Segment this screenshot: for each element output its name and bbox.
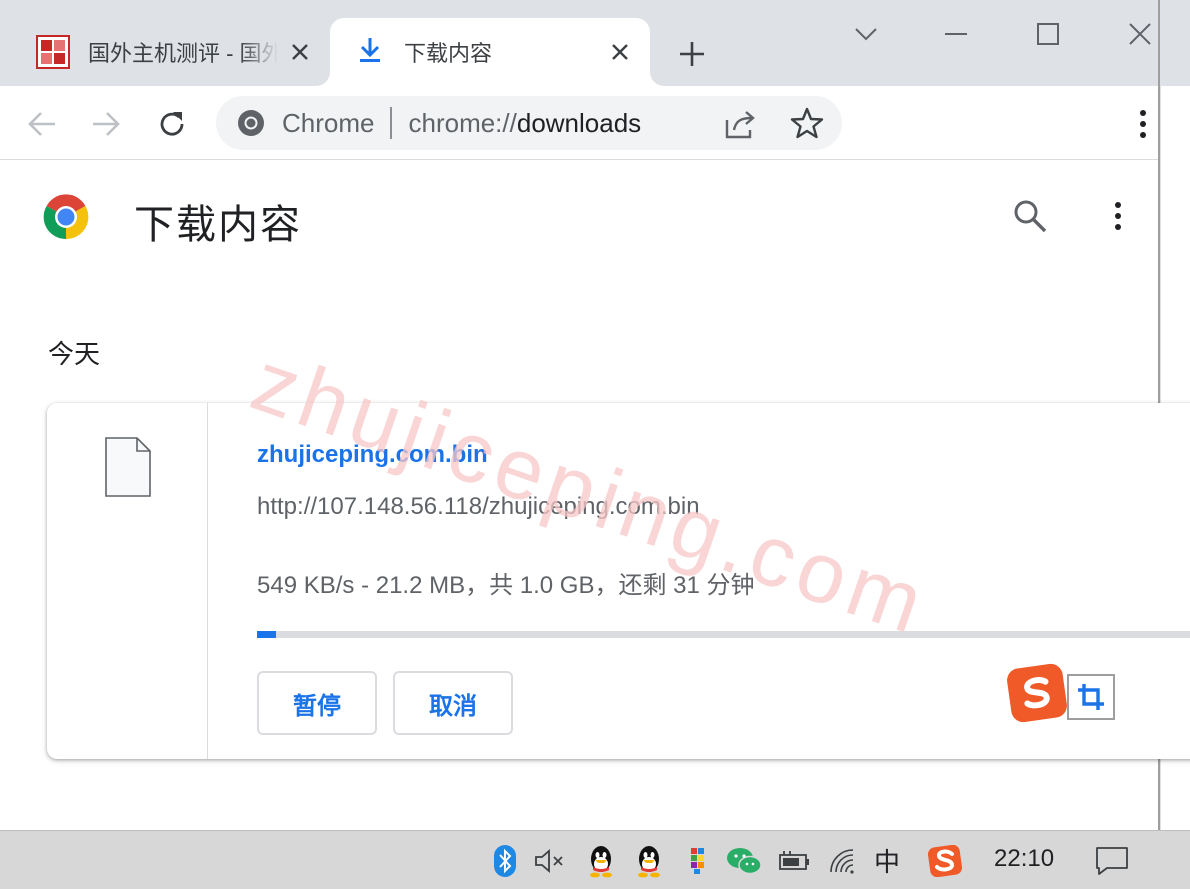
crop-icon[interactable] (1067, 674, 1115, 720)
reload-button[interactable] (152, 104, 192, 144)
page-menu-button[interactable] (1108, 196, 1128, 236)
file-icon-area (47, 403, 208, 759)
close-icon[interactable] (606, 38, 634, 66)
battery-charging-icon[interactable] (774, 831, 812, 889)
omnibox-separator (390, 107, 393, 139)
forward-button[interactable] (86, 104, 126, 144)
tab-search-button[interactable] (844, 14, 888, 54)
maximize-button[interactable] (1026, 14, 1070, 54)
close-icon[interactable] (286, 38, 314, 66)
toolbar: Chrome chrome://downloads (0, 86, 1160, 160)
close-icon (1129, 23, 1151, 45)
wifi-icon[interactable] (826, 831, 860, 889)
reload-icon (160, 112, 184, 136)
file-url[interactable]: http://107.148.56.118/zhujiceping.com.bi… (257, 493, 700, 521)
bluetooth-icon[interactable] (490, 831, 520, 889)
minimize-button[interactable] (934, 14, 978, 54)
address-bar[interactable]: Chrome chrome://downloads (216, 96, 842, 150)
pause-button[interactable]: 暂停 (257, 671, 377, 735)
qq-icon[interactable] (584, 831, 618, 889)
qq-icon[interactable] (632, 831, 666, 889)
tab-downloads[interactable]: 下载内容 (330, 18, 650, 86)
file-name-link[interactable]: zhujiceping.com.bin (257, 441, 488, 469)
date-heading: 今天 (48, 339, 101, 369)
arrow-left-icon (28, 112, 55, 136)
progress-fill (257, 631, 277, 638)
url-text[interactable]: chrome://downloads (408, 108, 641, 139)
tab-strip: 国外主机测评 - 国外主机测评 下载内容 (0, 0, 1190, 86)
progress-bar (257, 631, 1190, 638)
share-icon[interactable] (724, 108, 758, 140)
sogou-ime-icon[interactable] (926, 831, 964, 889)
tab-title: 下载内容 (404, 41, 493, 66)
sogou-floating-toolbar[interactable] (1005, 662, 1115, 724)
url-scheme: chrome:// (408, 107, 517, 138)
chrome-logo-icon (238, 110, 264, 136)
download-status: 549 KB/s - 21.2 MB，共 1.0 GB，还剩 31 分钟 (257, 572, 755, 599)
close-window-button[interactable] (1118, 14, 1162, 54)
cancel-button[interactable]: 取消 (393, 671, 513, 735)
omnibox-chip: Chrome (282, 107, 375, 138)
wechat-icon[interactable] (724, 831, 764, 889)
arrow-right-icon (93, 112, 120, 136)
plus-icon (680, 42, 704, 66)
browser-menu-button[interactable] (1133, 104, 1153, 144)
volume-muted-icon[interactable] (532, 831, 568, 889)
page-title: 下载内容 (134, 203, 302, 247)
bookmark-star-icon[interactable] (790, 106, 824, 140)
file-icon (105, 437, 151, 497)
chrome-logo-icon (43, 194, 89, 240)
download-item: zhujiceping.com.bin http://107.148.56.11… (47, 403, 1190, 759)
chevron-down-icon (855, 28, 877, 41)
sogou-ime-icon[interactable] (1005, 662, 1069, 724)
search-icon[interactable] (1012, 198, 1048, 234)
taskbar: 中 22:10 (0, 830, 1190, 889)
taskbar-clock[interactable]: 22:10 (994, 845, 1054, 873)
tab-title: 国外主机测评 - 国外主机测评 (88, 41, 278, 66)
notification-icon[interactable] (1092, 831, 1132, 889)
app-color-icon[interactable] (686, 831, 710, 889)
back-button[interactable] (22, 104, 62, 144)
tab-site[interactable]: 国外主机测评 - 国外主机测评 (0, 18, 330, 86)
url-path: downloads (516, 107, 642, 138)
ime-indicator[interactable]: 中 (870, 831, 904, 889)
download-arrow-icon (358, 37, 382, 68)
maximize-icon (1037, 23, 1059, 45)
new-tab-button[interactable] (672, 36, 712, 72)
minimize-icon (945, 33, 967, 35)
site-logo-icon (36, 35, 70, 69)
